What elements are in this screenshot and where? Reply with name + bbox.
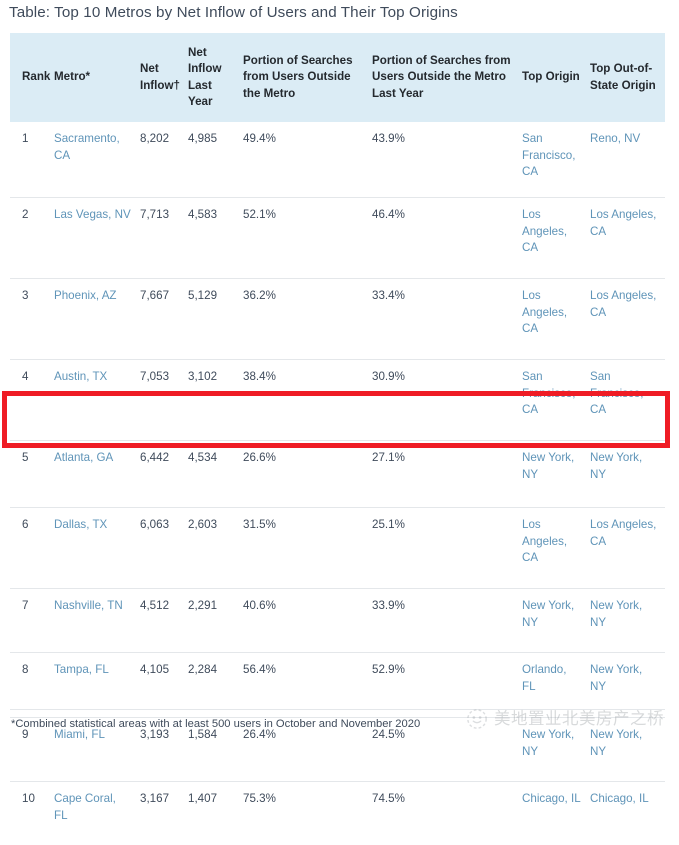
cell-top-out-of-state-origin[interactable]: Los Angeles, CA	[590, 279, 665, 360]
cell-portion-outside-last-year: 74.5%	[372, 782, 522, 845]
cell-rank: 7	[10, 589, 54, 653]
cell-top-origin[interactable]: Los Angeles, CA	[522, 198, 590, 279]
cell-net-inflow-last-year: 2,284	[188, 653, 243, 718]
cell-rank: 10	[10, 782, 54, 845]
cell-portion-outside-last-year: 25.1%	[372, 508, 522, 589]
cell-net-inflow-last-year: 2,603	[188, 508, 243, 589]
cell-top-out-of-state-origin[interactable]: Chicago, IL	[590, 782, 665, 845]
table-row: 2 Las Vegas, NV 7,713 4,583 52.1% 46.4% …	[10, 198, 665, 279]
cell-net-inflow-last-year: 4,583	[188, 198, 243, 279]
cell-portion-outside: 38.4%	[243, 360, 372, 441]
cell-metro[interactable]: Tampa, FL	[54, 653, 140, 718]
column-header-portion-outside: Portion of Searches from Users Outside t…	[243, 33, 372, 122]
cell-top-out-of-state-origin[interactable]: Los Angeles, CA	[590, 198, 665, 279]
cell-portion-outside-last-year: 30.9%	[372, 360, 522, 441]
cell-rank: 4	[10, 360, 54, 441]
cell-top-out-of-state-origin[interactable]: New York, NY	[590, 718, 665, 782]
cell-metro[interactable]: Dallas, TX	[54, 508, 140, 589]
table-row-highlighted: 5 Atlanta, GA 6,442 4,534 26.6% 27.1% Ne…	[10, 441, 665, 508]
cell-net-inflow: 8,202	[140, 122, 188, 198]
column-header-top-out-of-state-origin: Top Out-of-State Origin	[590, 33, 665, 122]
cell-net-inflow: 6,063	[140, 508, 188, 589]
cell-net-inflow: 7,053	[140, 360, 188, 441]
column-header-net-inflow-last-year: Net Inflow Last Year	[188, 33, 243, 122]
cell-rank: 6	[10, 508, 54, 589]
cell-portion-outside: 75.3%	[243, 782, 372, 845]
cell-net-inflow-last-year: 2,291	[188, 589, 243, 653]
cell-top-out-of-state-origin[interactable]: New York, NY	[590, 653, 665, 718]
cell-top-origin[interactable]: Los Angeles, CA	[522, 279, 590, 360]
cell-metro[interactable]: Austin, TX	[54, 360, 140, 441]
cell-net-inflow-last-year: 5,129	[188, 279, 243, 360]
table-row: 4 Austin, TX 7,053 3,102 38.4% 30.9% San…	[10, 360, 665, 441]
cell-metro[interactable]: Cape Coral, FL	[54, 782, 140, 845]
cell-portion-outside: 36.2%	[243, 279, 372, 360]
table-row: 1 Sacramento, CA 8,202 4,985 49.4% 43.9%…	[10, 122, 665, 198]
cell-top-origin[interactable]: New York, NY	[522, 718, 590, 782]
table-row: 6 Dallas, TX 6,063 2,603 31.5% 25.1% Los…	[10, 508, 665, 589]
cell-net-inflow: 6,442	[140, 441, 188, 508]
table-body: 1 Sacramento, CA 8,202 4,985 49.4% 43.9%…	[10, 122, 665, 845]
table-row: 3 Phoenix, AZ 7,667 5,129 36.2% 33.4% Lo…	[10, 279, 665, 360]
cell-top-out-of-state-origin[interactable]: New York, NY	[590, 441, 665, 508]
cell-portion-outside: 26.6%	[243, 441, 372, 508]
cell-metro[interactable]: Sacramento, CA	[54, 122, 140, 198]
cell-net-inflow: 4,105	[140, 653, 188, 718]
cell-net-inflow-last-year: 3,102	[188, 360, 243, 441]
footnote-text: *Combined statistical areas with at leas…	[11, 717, 420, 732]
table-row: 8 Tampa, FL 4,105 2,284 56.4% 52.9% Orla…	[10, 653, 665, 718]
cell-top-out-of-state-origin[interactable]: San Francisco, CA	[590, 360, 665, 441]
table-page: Table: Top 10 Metros by Net Inflow of Us…	[0, 0, 679, 745]
cell-metro[interactable]: Atlanta, GA	[54, 441, 140, 508]
table-header-row: Rank Metro* Net Inflow† Net Inflow Last …	[10, 33, 665, 122]
cell-portion-outside-last-year: 46.4%	[372, 198, 522, 279]
cell-portion-outside-last-year: 43.9%	[372, 122, 522, 198]
column-header-net-inflow: Net Inflow†	[140, 33, 188, 122]
cell-top-out-of-state-origin[interactable]: Reno, NV	[590, 122, 665, 198]
cell-top-origin[interactable]: Orlando, FL	[522, 653, 590, 718]
cell-rank: 8	[10, 653, 54, 718]
cell-rank: 3	[10, 279, 54, 360]
cell-portion-outside-last-year: 33.9%	[372, 589, 522, 653]
column-header-rank: Rank	[10, 33, 54, 122]
cell-rank: 1	[10, 122, 54, 198]
cell-metro[interactable]: Las Vegas, NV	[54, 198, 140, 279]
cell-net-inflow: 7,713	[140, 198, 188, 279]
cell-top-origin[interactable]: San Francisco, CA	[522, 360, 590, 441]
cell-portion-outside: 31.5%	[243, 508, 372, 589]
cell-portion-outside-last-year: 33.4%	[372, 279, 522, 360]
cell-top-origin[interactable]: New York, NY	[522, 441, 590, 508]
cell-rank: 5	[10, 441, 54, 508]
cell-top-origin[interactable]: Chicago, IL	[522, 782, 590, 845]
column-header-top-origin: Top Origin	[522, 33, 590, 122]
table-row: 10 Cape Coral, FL 3,167 1,407 75.3% 74.5…	[10, 782, 665, 845]
table-header: Rank Metro* Net Inflow† Net Inflow Last …	[10, 33, 665, 122]
cell-metro[interactable]: Nashville, TN	[54, 589, 140, 653]
cell-portion-outside: 56.4%	[243, 653, 372, 718]
cell-net-inflow: 4,512	[140, 589, 188, 653]
page-title: Table: Top 10 Metros by Net Inflow of Us…	[9, 3, 669, 23]
cell-net-inflow: 7,667	[140, 279, 188, 360]
cell-top-out-of-state-origin[interactable]: New York, NY	[590, 589, 665, 653]
cell-net-inflow-last-year: 4,534	[188, 441, 243, 508]
cell-portion-outside-last-year: 27.1%	[372, 441, 522, 508]
cell-top-origin[interactable]: San Francisco, CA	[522, 122, 590, 198]
cell-portion-outside: 49.4%	[243, 122, 372, 198]
cell-net-inflow-last-year: 1,407	[188, 782, 243, 845]
column-header-metro: Metro*	[54, 33, 140, 122]
table-row: 7 Nashville, TN 4,512 2,291 40.6% 33.9% …	[10, 589, 665, 653]
cell-top-out-of-state-origin[interactable]: Los Angeles, CA	[590, 508, 665, 589]
cell-net-inflow: 3,167	[140, 782, 188, 845]
cell-metro[interactable]: Phoenix, AZ	[54, 279, 140, 360]
cell-portion-outside-last-year: 52.9%	[372, 653, 522, 718]
column-header-portion-outside-last-year: Portion of Searches from Users Outside t…	[372, 33, 522, 122]
footnote-divider	[10, 709, 665, 710]
cell-top-origin[interactable]: New York, NY	[522, 589, 590, 653]
cell-top-origin[interactable]: Los Angeles, CA	[522, 508, 590, 589]
cell-portion-outside: 52.1%	[243, 198, 372, 279]
cell-portion-outside: 40.6%	[243, 589, 372, 653]
cell-rank: 2	[10, 198, 54, 279]
cell-net-inflow-last-year: 4,985	[188, 122, 243, 198]
